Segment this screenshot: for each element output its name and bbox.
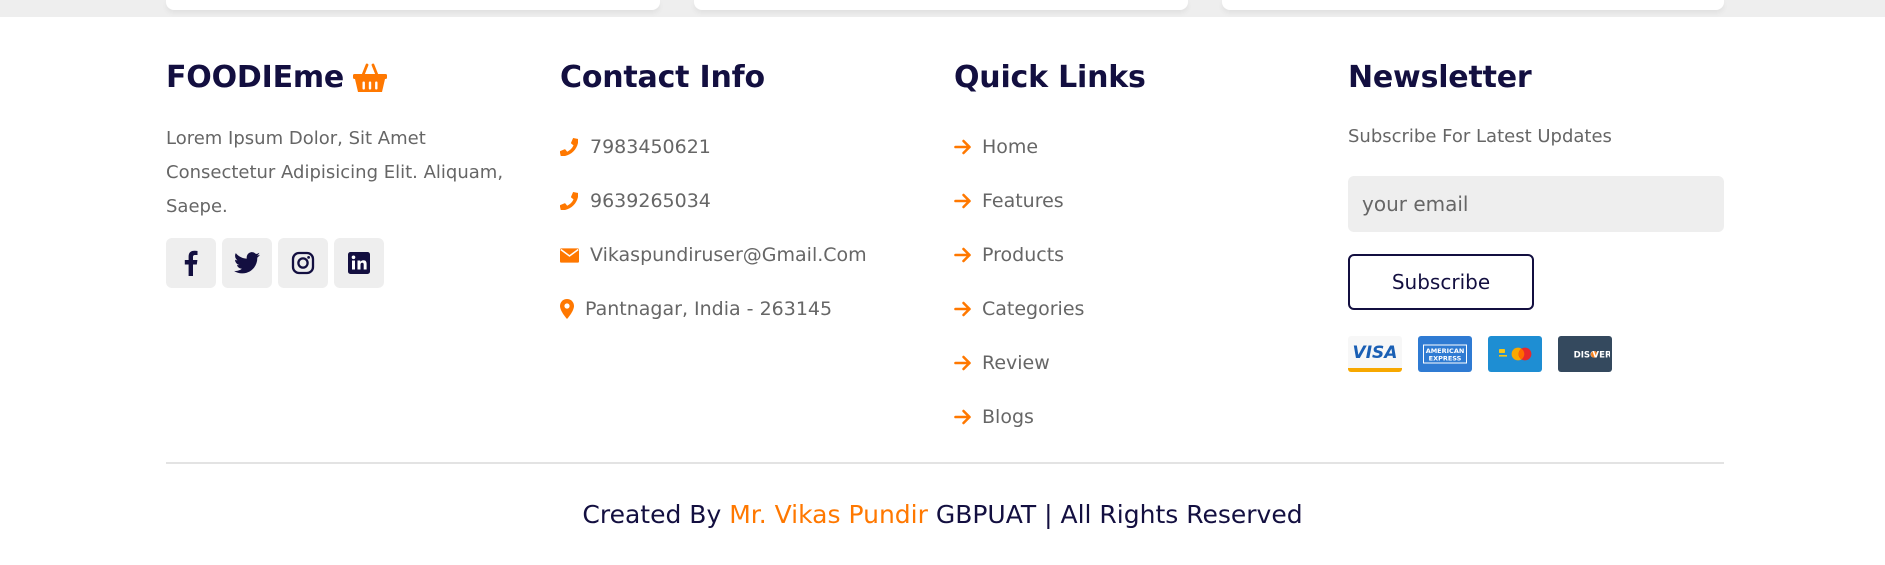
quick-link-products[interactable]: Products [954, 228, 1146, 282]
brand-column: FOODIEme Lorem Ipsum Dolor, Sit Amet Con… [166, 56, 536, 288]
footer-divider [166, 462, 1724, 464]
phone-icon [560, 192, 590, 210]
arrow-right-icon [954, 193, 982, 209]
newsletter-column: Newsletter Subscribe For Latest Updates … [1348, 56, 1724, 372]
quick-link-label: Home [982, 136, 1039, 158]
instagram-icon [291, 251, 315, 275]
twitter-link[interactable] [222, 238, 272, 288]
phone-icon [560, 138, 590, 156]
quick-link-label: Review [982, 352, 1050, 374]
quick-links-list: Home Features Products Categories Review… [954, 120, 1146, 444]
quick-link-label: Blogs [982, 406, 1034, 428]
top-card-edge [694, 0, 1188, 10]
quick-link-blogs[interactable]: Blogs [954, 390, 1146, 444]
contact-email[interactable]: Vikaspundiruser@Gmail.Com [560, 228, 867, 282]
twitter-icon [234, 252, 260, 274]
top-card-edge [1222, 0, 1724, 10]
quick-link-label: Categories [982, 298, 1085, 320]
arrow-right-icon [954, 139, 982, 155]
arrow-right-icon [954, 355, 982, 371]
footer-credit: Created By Mr. Vikas Pundir GBPUAT | All… [0, 495, 1885, 535]
contact-text: Vikaspundiruser@Gmail.Com [590, 244, 867, 266]
contact-text: 9639265034 [590, 190, 711, 212]
quick-link-label: Products [982, 244, 1065, 266]
newsletter-subtitle: Subscribe For Latest Updates [1348, 126, 1612, 147]
arrow-right-icon [954, 247, 982, 263]
quick-links-title: Quick Links [954, 60, 1146, 95]
linkedin-icon [348, 252, 370, 274]
social-links [166, 238, 536, 288]
quick-link-categories[interactable]: Categories [954, 282, 1146, 336]
subscribe-button[interactable]: Subscribe [1348, 254, 1534, 310]
quick-link-review[interactable]: Review [954, 336, 1146, 390]
credit-author: Mr. Vikas Pundir [729, 500, 928, 529]
credit-prefix: Created By [582, 500, 730, 529]
quick-link-label: Features [982, 190, 1064, 212]
envelope-icon [560, 247, 590, 263]
contact-title: Contact Info [560, 60, 765, 95]
contact-text: Pantnagar, India - 263145 [585, 298, 833, 320]
svg-text:VER: VER [1592, 351, 1610, 361]
contact-list: 7983450621 9639265034 Vikaspundiruser@Gm… [560, 120, 867, 336]
contact-column: Contact Info 7983450621 9639265034 Vikas… [560, 56, 867, 336]
mastercard-icon [1488, 336, 1542, 372]
credit-suffix: GBPUAT | All Rights Reserved [927, 500, 1303, 529]
visa-card-icon: VISA [1348, 336, 1402, 372]
instagram-link[interactable] [278, 238, 328, 288]
quick-link-features[interactable]: Features [954, 174, 1146, 228]
brand-name: FOODIEme [166, 60, 345, 95]
facebook-icon [184, 250, 198, 276]
svg-text:VISA: VISA [1353, 343, 1398, 362]
contact-text: 7983450621 [590, 136, 711, 158]
brand-logo[interactable]: FOODIEme [166, 56, 536, 100]
arrow-right-icon [954, 301, 982, 317]
map-marker-icon [560, 299, 585, 319]
facebook-link[interactable] [166, 238, 216, 288]
contact-phone-2[interactable]: 9639265034 [560, 174, 867, 228]
american-express-card-icon: AMERICAN EXPRESS [1418, 336, 1472, 372]
shopping-basket-icon [352, 63, 388, 93]
quick-link-home[interactable]: Home [954, 120, 1146, 174]
contact-address[interactable]: Pantnagar, India - 263145 [560, 282, 867, 336]
linkedin-link[interactable] [334, 238, 384, 288]
quick-links-column: Quick Links Home Features Products Categ… [954, 56, 1146, 444]
contact-phone-1[interactable]: 7983450621 [560, 120, 867, 174]
arrow-right-icon [954, 409, 982, 425]
brand-description: Lorem Ipsum Dolor, Sit Amet Consectetur … [166, 128, 504, 217]
newsletter-email-input[interactable] [1348, 176, 1724, 232]
newsletter-title: Newsletter [1348, 60, 1532, 95]
svg-text:EXPRESS: EXPRESS [1429, 355, 1462, 363]
top-card-edge [166, 0, 660, 10]
payment-cards: VISA AMERICAN EXPRESS DISC VER [1348, 336, 1724, 372]
discover-card-icon: DISC VER [1558, 336, 1612, 372]
